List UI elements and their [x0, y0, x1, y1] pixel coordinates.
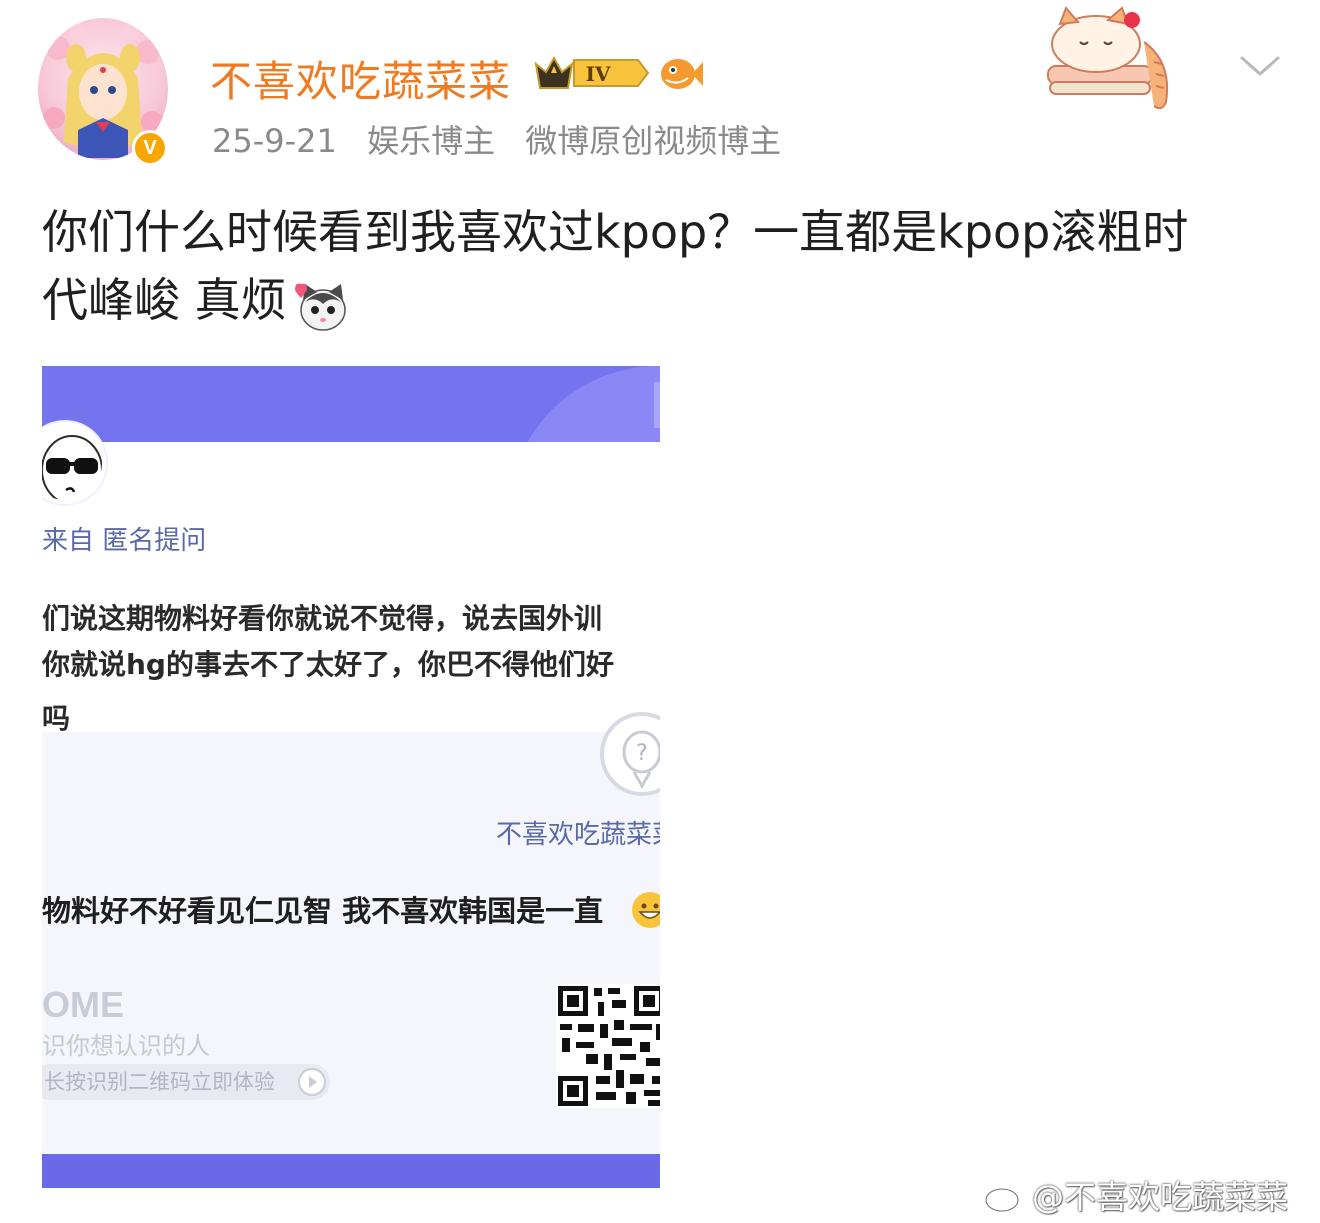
post-text-line-2-content: 代峰峻 真烦 — [42, 273, 287, 327]
answerer-avatar: ? — [600, 712, 660, 796]
question-line-2: 你就说hg的事去不了太好了，你巴不得他们好 — [42, 648, 614, 681]
user-certification: 微博原创视频博主 — [525, 122, 782, 160]
grin-emoji-icon — [632, 892, 660, 928]
question-source: 来自 匿名提问 — [42, 526, 207, 556]
post-image[interactable]: 来自 匿名提问 们说这期物料好看你就说不觉得，说去国外训 你就说hg的事去不了太… — [42, 366, 660, 1188]
weibo-watermark: @不喜欢吃蔬菜菜 — [984, 1172, 1288, 1218]
level-badge-text: IV — [586, 62, 611, 86]
answer-text: 物料好不好看见仁见智 我不喜欢韩国是一直 — [42, 894, 604, 928]
chevron-down-icon[interactable] — [1238, 50, 1282, 80]
image-footer — [42, 1154, 660, 1188]
play-icon — [298, 1068, 326, 1096]
cat-heart-emoji-icon — [294, 283, 346, 331]
app-tagline: 识你想认识的人 — [42, 1032, 210, 1060]
weibo-logo-icon — [984, 1184, 1026, 1213]
question-line-3: 吗 — [42, 702, 71, 735]
image-banner-tab — [654, 382, 660, 428]
post-text: 你们什么时候看到我喜欢过kpop？一直都是kpop滚粗时 代峰峻 真烦 — [42, 198, 1282, 334]
watermark-text: @不喜欢吃蔬菜菜 — [1032, 1178, 1289, 1216]
user-category: 娱乐博主 — [367, 122, 496, 160]
question-mark-icon: ? — [622, 730, 660, 790]
cat-decoration-icon — [1047, 6, 1168, 110]
question-line-1: 们说这期物料好看你就说不觉得，说去国外训 — [42, 602, 603, 635]
post-text-line-1: 你们什么时候看到我喜欢过kpop？一直都是kpop滚粗时 — [42, 205, 1189, 259]
verified-badge: V — [132, 130, 168, 166]
user-avatar[interactable]: V — [38, 18, 176, 166]
qr-cta: 长按识别二维码立即体验 — [42, 1064, 330, 1100]
app-brand: OME — [42, 984, 125, 1025]
question-text: 们说这期物料好看你就说不觉得，说去国外训 你就说hg的事去不了太好了，你巴不得他… — [42, 596, 660, 742]
username[interactable]: 不喜欢吃蔬菜菜 — [210, 48, 511, 109]
answerer-name: 不喜欢吃蔬菜菜 — [496, 820, 660, 850]
fish-badge-icon — [661, 59, 703, 89]
post-meta: 25-9-21 娱乐博主 微博原创视频博主 — [212, 116, 801, 162]
post-text-line-2: 代峰峻 真烦 — [42, 266, 1282, 334]
svg-text:?: ? — [636, 741, 648, 766]
vip-crown-icon: IV — [534, 55, 650, 89]
qr-code-icon — [556, 984, 660, 1108]
post-date[interactable]: 25-9-21 — [212, 122, 337, 160]
